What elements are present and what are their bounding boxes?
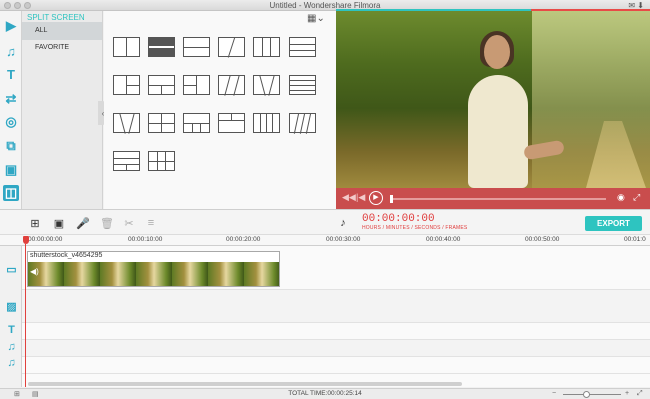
pip-track-icon[interactable]: ▨ [5,300,18,313]
text-track-icon[interactable]: T [5,324,18,336]
template-2-horizontal[interactable] [183,37,210,57]
video-track-icon[interactable]: ▭ [5,263,18,276]
music-track-2[interactable] [22,357,650,374]
split-screen-icon[interactable]: ◫ [3,185,19,201]
template-4-vertical[interactable] [253,113,280,133]
ruler-label: 00:00:20:00 [226,236,261,243]
category-all[interactable]: ALL [22,22,102,40]
template-2-diagonal[interactable] [218,37,245,58]
rewind-icon[interactable]: ◀◀ [342,192,356,203]
step-back-icon[interactable]: |◀ [356,192,365,203]
grid-view-icon[interactable]: ▦⌄ [307,13,325,24]
preview-controls: ◀◀ |◀ ▶ ◉ ⤢ [336,188,650,209]
ruler-label: 00:00:50:00 [525,236,560,243]
export-button[interactable]: EXPORT [585,216,642,231]
template-top-plus-3[interactable] [183,113,210,133]
elements-icon[interactable]: ▣ [3,162,19,178]
delete-icon[interactable]: 🗑 [100,216,114,230]
fullscreen-icon[interactable]: ⤢ [633,192,640,203]
volume-icon[interactable]: ◀) [30,267,39,276]
music-icon[interactable]: ♫ [3,43,19,59]
template-3-stack[interactable] [113,151,140,171]
snapshot-icon[interactable]: ◉ [617,192,625,203]
ruler-label: 00:00:00:00 [28,236,63,243]
text-track[interactable] [22,323,650,340]
app-window: Untitled - Wondershare Filmora ✉ ⬇ ▶ ♫ T… [0,0,650,399]
timeline-scrollbar[interactable] [28,382,462,386]
music-track[interactable] [22,340,650,357]
track-headers: ▭ ▨ T ♫ ♫ [0,246,22,387]
category-title: SPLIT SCREEN [27,13,85,22]
music-track-icon[interactable]: ♫ [5,341,18,353]
playhead[interactable] [25,244,26,387]
template-top-plus-2[interactable] [148,75,175,95]
template-left-plus-2[interactable] [113,75,140,95]
template-4-slant[interactable] [289,113,316,134]
overlays-icon[interactable]: ⧉ [3,138,19,154]
template-3-vertical[interactable] [253,37,280,57]
preview-progress-bar[interactable] [390,198,606,200]
fit-timeline-icon[interactable]: ⤢ [637,390,643,398]
playhead-handle[interactable] [23,236,29,244]
filters-icon[interactable]: ◎ [3,114,19,130]
template-2-horizontal-selected[interactable] [148,37,175,57]
resource-sidebar: ▶ ♫ T ⇄ ◎ ⧉ ▣ ◫ [0,11,22,209]
adjust-icon[interactable]: ≡ [144,216,158,230]
add-media-icon[interactable]: ⊞ [28,216,42,230]
timecode-units: HOURS / MINUTES / SECONDS / FRAMES [362,225,468,231]
media-icon[interactable]: ▶ [3,18,19,34]
pip-track[interactable] [22,290,650,323]
audio-mixer-icon[interactable]: ♪ [336,216,350,230]
zoom-slider-knob[interactable] [583,391,590,398]
timeline-ruler[interactable]: 00:00:00:00 00:00:10:00 00:00:20:00 00:0… [0,235,650,246]
template-2-vertical[interactable] [113,37,140,57]
template-right-plus-2[interactable] [183,75,210,95]
template-6-grid[interactable] [148,151,175,171]
category-pane: SPLIT SCREEN ALL FAVORITE [22,11,103,209]
template-4-grid[interactable] [148,113,175,133]
clip-thumbnails [28,262,279,286]
status-bar: ⊞ ▤ TOTAL TIME:00:00:25:14 − + ⤢ [0,388,650,399]
template-bottom-plus-2[interactable] [218,113,245,133]
text-icon[interactable]: T [3,66,19,82]
template-3-horizontal[interactable] [289,37,316,57]
ruler-label: 00:00:10:00 [128,236,163,243]
category-favorite[interactable]: FAVORITE [22,39,102,57]
play-button[interactable]: ▶ [369,191,383,205]
transitions-icon[interactable]: ⇄ [3,91,19,107]
template-4-horizontal[interactable] [289,75,316,95]
zoom-in-icon[interactable]: + [625,390,629,397]
template-3-slant[interactable] [253,75,280,96]
template-3-fan[interactable] [113,113,140,134]
video-preview[interactable] [336,11,650,188]
record-video-icon[interactable]: ▣ [52,216,66,230]
video-clip[interactable]: shutterstock_v4654295 ◀) [27,251,280,287]
timecode-display: 00:00:00:00 [362,213,435,225]
ruler-label: 00:00:30:00 [326,236,361,243]
music-track-2-icon[interactable]: ♫ [5,357,18,369]
zoom-slider-track[interactable] [563,394,621,395]
preview-scrubber[interactable] [390,195,393,203]
timeline-tracks: shutterstock_v4654295 ◀) [22,246,650,387]
ruler-label: 00:00:40:00 [426,236,461,243]
zoom-out-icon[interactable]: − [552,390,556,397]
ruler-label: 00:01:0 [624,236,646,243]
record-voice-icon[interactable]: 🎤 [76,216,90,230]
split-icon[interactable]: ✂ [122,216,136,230]
preview-subject [464,31,565,188]
template-3-diagonal[interactable] [218,75,245,96]
timeline-toolbar: ⊞ ▣ 🎤 🗑 ✂ ≡ ♪ 00:00:00:00 HOURS / MINUTE… [0,209,650,235]
clip-name: shutterstock_v4654295 [30,252,103,259]
